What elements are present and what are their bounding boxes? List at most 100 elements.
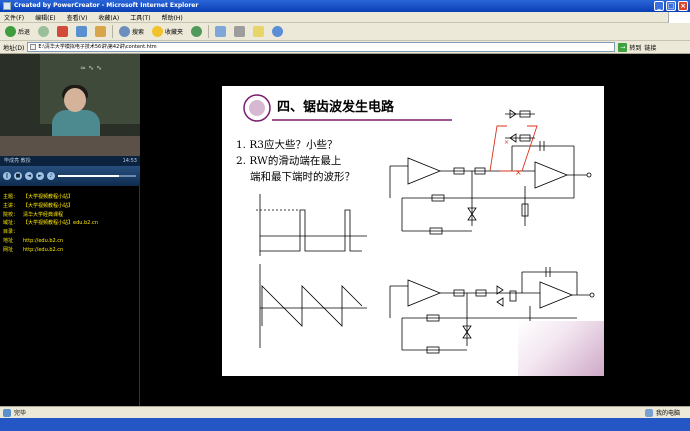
volume-icon[interactable]: ♪ <box>47 172 55 180</box>
course-info-value: 清华大学经典课程 <box>23 211 64 218</box>
course-info-value: http://edu.b2.cn <box>23 246 64 253</box>
forward-button[interactable] <box>36 25 51 39</box>
close-button[interactable]: × <box>678 1 688 11</box>
stop-button[interactable]: ■ <box>14 172 22 180</box>
menu-view[interactable]: 查看(V) <box>67 13 88 22</box>
course-info-row: 网址 http://edu.b2.cn <box>3 246 137 255</box>
menu-tools[interactable]: 工具(T) <box>130 13 150 22</box>
opamp-a1 <box>407 157 442 185</box>
course-info: 主题： 【大学视频教程小站】 主讲： 【大学视频教程小站】 院校： 清华大学经典课程 域址：… <box>3 193 137 255</box>
windows-logo-icon <box>668 12 690 23</box>
seek-bar[interactable] <box>58 175 136 177</box>
player-time: 14:53 <box>122 158 137 164</box>
lecture-video[interactable]: ≈ ∿ ∿ <box>0 54 140 156</box>
mail-button[interactable] <box>213 25 228 39</box>
course-info-value: 【大学视频教程小站】edu.b2.cn <box>23 220 98 227</box>
stop-button[interactable] <box>55 25 70 39</box>
slide-question-3: 端和最下端时的波形？ <box>250 171 355 183</box>
print-button[interactable] <box>232 25 247 39</box>
forward-arrow-icon <box>38 26 50 37</box>
slide-question-2: 2. RW的滑动端在最上 <box>236 155 342 167</box>
left-panel: ≈ ∿ ∿ 毕成亮 教授 14:53 ‖ ■ ◄ ► ♪ 主题： 【大学视频教程小… <box>0 54 140 406</box>
course-info-key: 院校： <box>3 211 19 218</box>
menu-help[interactable]: 帮助(H) <box>162 13 183 22</box>
page-done-icon <box>3 408 11 417</box>
back-label: 后退 <box>18 29 31 36</box>
ie-app-icon <box>3 2 11 10</box>
prev-button[interactable]: ◄ <box>25 172 33 180</box>
university-seal-inner <box>249 100 265 116</box>
toolbar: 后退 搜索 收藏夹 <box>0 23 690 41</box>
search-button[interactable]: 搜索 <box>117 25 146 39</box>
blackboard-writing: ≈ ∿ ∿ <box>80 64 103 72</box>
mail-icon <box>215 26 227 37</box>
history-button[interactable] <box>189 25 204 39</box>
computer-icon <box>644 408 653 417</box>
menu-edit[interactable]: 编辑(E) <box>35 13 55 22</box>
course-info-key: 地址 <box>3 237 14 244</box>
next-button[interactable]: ► <box>36 172 44 180</box>
messenger-button[interactable] <box>270 25 285 39</box>
refresh-icon <box>76 26 88 37</box>
course-info-row: 主讲： 【大学视频教程小站】 <box>3 202 137 211</box>
opamp-a1-bottom <box>407 279 442 307</box>
page-icon <box>30 44 37 50</box>
course-info-row: 目录： <box>3 228 137 237</box>
course-info-row: 地址 http://edu.b2.cn <box>3 237 137 246</box>
course-info-key: 主讲： <box>3 202 19 209</box>
slide-question-1: 1. R3应大些？小些？ <box>236 139 338 151</box>
address-label: 地址(D) <box>3 44 25 52</box>
red-x-marker: × <box>504 139 509 146</box>
course-info-key: 网址 <box>3 246 14 253</box>
folder-icon <box>253 26 265 37</box>
favorites-button[interactable]: 收藏夹 <box>150 25 185 39</box>
go-button[interactable]: → 转到 <box>618 42 642 52</box>
menu-bar: 文件(F) 编辑(E) 查看(V) 收藏(A) 工具(T) 帮助(H) <box>0 12 690 23</box>
address-input[interactable]: E:\清华大学模拟电子技术56讲\第42讲\content.htm <box>27 42 616 52</box>
stop-icon <box>57 26 69 37</box>
course-info-key: 主题： <box>3 194 19 200</box>
favorites-label: 收藏夹 <box>165 29 184 36</box>
maximize-button[interactable]: □ <box>666 1 676 11</box>
course-info-value: 【大学视频教程小站】 <box>23 202 74 209</box>
home-icon <box>95 26 107 37</box>
back-button[interactable]: 后退 <box>3 25 32 39</box>
player-controls: ‖ ■ ◄ ► ♪ <box>0 166 140 186</box>
opamp-a2 <box>534 161 569 189</box>
edit-button[interactable] <box>251 25 266 39</box>
address-value: E:\清华大学模拟电子技术56讲\第42讲\content.htm <box>38 44 157 50</box>
status-text: 完毕 <box>14 410 27 417</box>
menu-file[interactable]: 文件(F) <box>4 13 24 22</box>
zone-text: 我的电脑 <box>655 410 680 417</box>
minimize-button[interactable]: _ <box>654 1 664 11</box>
go-label: 转到 <box>629 44 642 52</box>
diode-loop-red <box>489 125 538 172</box>
teacher-face <box>64 88 86 112</box>
course-info-value: http://edu.b2.cn <box>23 237 64 244</box>
window-titlebar: Created by PowerCreator - Microsoft Inte… <box>0 0 690 12</box>
messenger-icon <box>272 26 284 37</box>
course-info-row: 主题： 【大学视频教程小站】 <box>3 193 137 202</box>
home-button[interactable] <box>93 25 108 39</box>
toolbar-separator <box>112 25 114 38</box>
address-bar: 地址(D) E:\清华大学模拟电子技术56讲\第42讲\content.htm … <box>0 41 690 54</box>
taskbar <box>0 418 690 431</box>
print-icon <box>234 26 246 37</box>
star-icon <box>152 26 164 37</box>
menu-favorites[interactable]: 收藏(A) <box>98 13 119 22</box>
course-info-row: 院校： 清华大学经典课程 <box>3 211 137 220</box>
course-info-row: 域址： 【大学视频教程小站】edu.b2.cn <box>3 219 137 228</box>
seek-progress <box>58 175 119 177</box>
refresh-button[interactable] <box>74 25 89 39</box>
output-terminal <box>586 172 592 178</box>
slide-title: 四、锯齿波发生电路 <box>277 100 395 115</box>
pause-button[interactable]: ‖ <box>3 172 11 180</box>
opamp-a2-bottom <box>539 281 574 309</box>
links-label[interactable]: 链接 <box>644 43 656 52</box>
search-icon <box>119 26 131 37</box>
status-bar: 完毕 我的电脑 <box>0 406 690 418</box>
lecture-desk <box>0 136 140 156</box>
waveform-uo1 <box>256 194 367 256</box>
course-info-key: 域址： <box>3 220 19 227</box>
course-info-value: 【大学视频教程小站】 <box>23 194 74 200</box>
